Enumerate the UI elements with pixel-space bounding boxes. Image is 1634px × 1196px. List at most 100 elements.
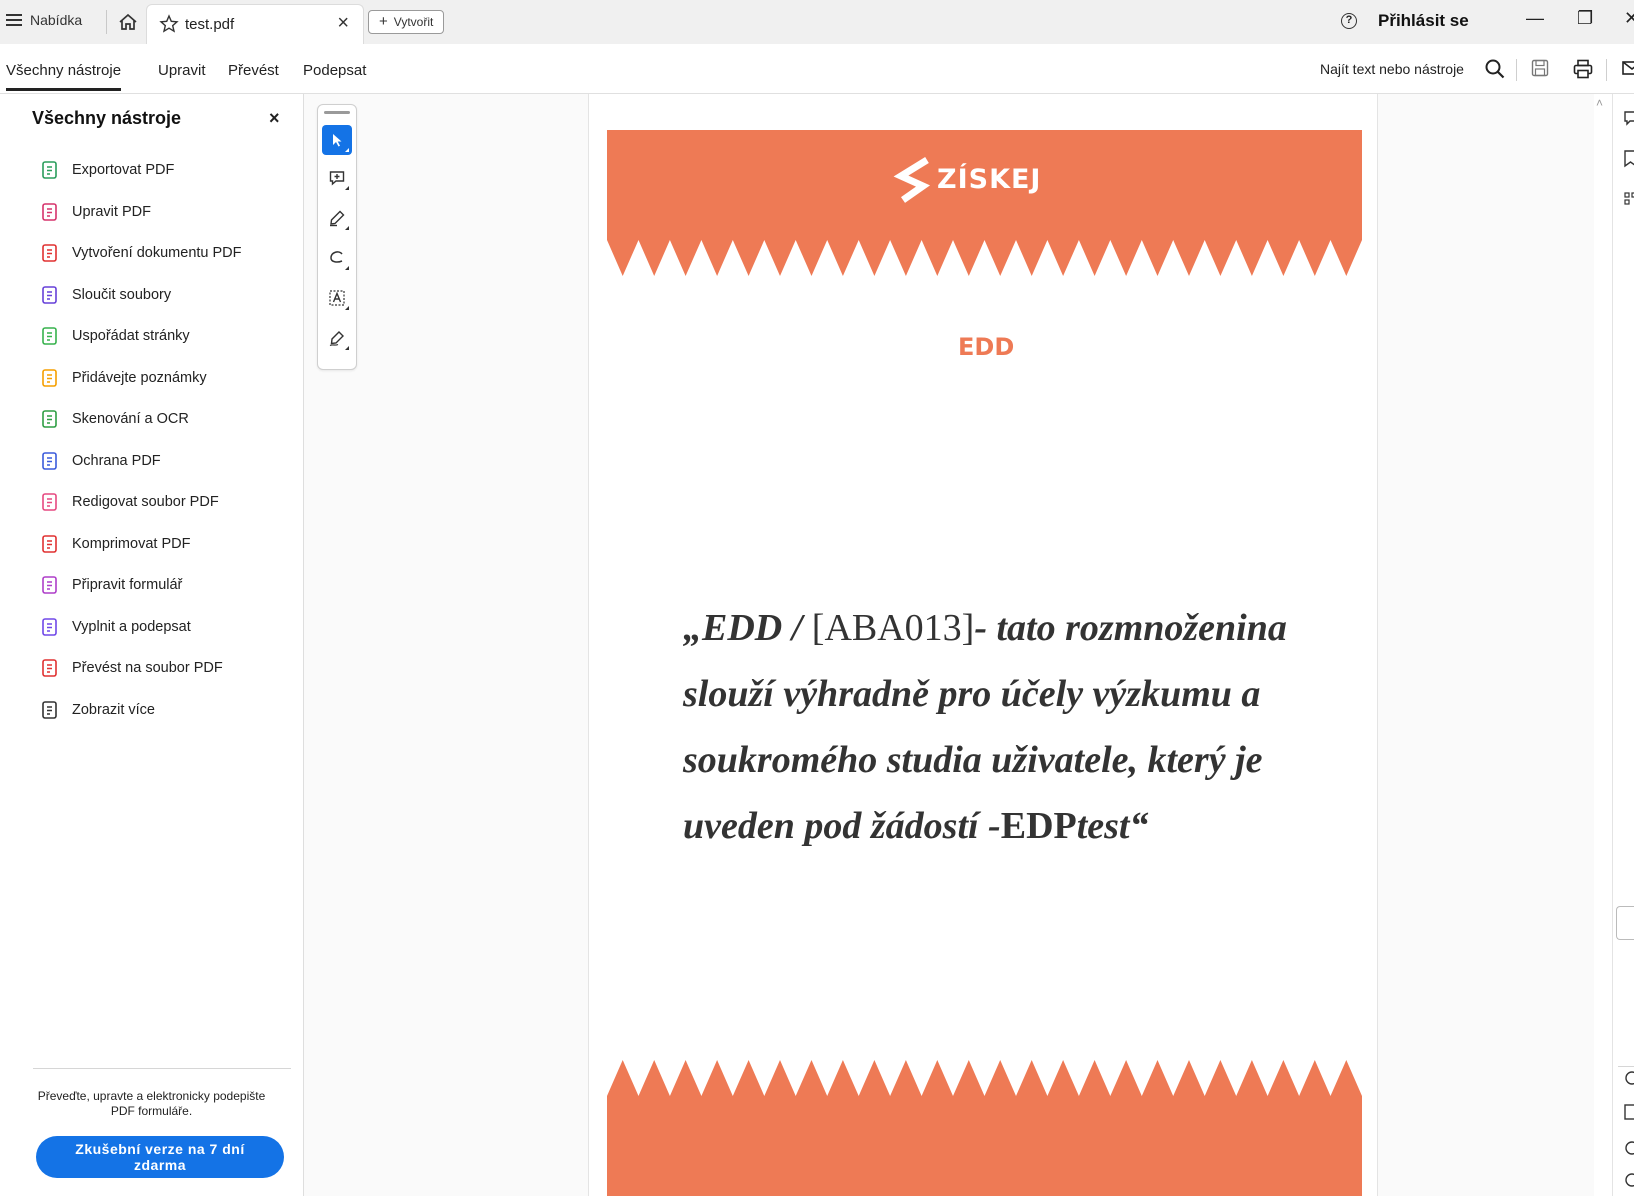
highlight-pen-icon <box>330 210 345 227</box>
tab-sign[interactable]: Podepsat <box>303 62 366 79</box>
tool-palette <box>317 104 357 370</box>
right-rail <box>1612 94 1634 1196</box>
home-icon <box>119 13 137 30</box>
minimize-button[interactable]: — <box>1526 8 1544 29</box>
page-fit-icon[interactable] <box>1624 1104 1634 1120</box>
zoom-in-icon[interactable] <box>1624 1140 1634 1156</box>
add-comment-icon <box>329 171 345 186</box>
tab-title: test.pdf <box>185 16 235 33</box>
compress-pdf-icon <box>40 534 60 554</box>
trial-label-1: Zkušební verze na 7 dní <box>75 1141 245 1157</box>
search-icon[interactable] <box>1484 58 1506 80</box>
help-icon[interactable]: ? <box>1341 13 1357 29</box>
draw-tool[interactable] <box>322 243 352 273</box>
tab-all-tools[interactable]: Všechny nástroje <box>6 62 122 91</box>
tool-item[interactable]: Zobrazit více <box>40 698 155 722</box>
tool-item-label: Převést na soubor PDF <box>72 660 223 676</box>
quote-text: [ABA013] <box>811 607 975 649</box>
trial-label-2: zdarma <box>133 1157 187 1173</box>
document-heading: EDD <box>958 333 1015 361</box>
mail-icon[interactable] <box>1622 60 1634 76</box>
promo-line-1: Převeďte, upravte a elektronicky podepiš… <box>37 1089 266 1103</box>
tool-item-label: Upravit PDF <box>72 203 151 220</box>
tool-item-label: Přidávejte poznámky <box>72 369 207 386</box>
tool-item[interactable]: Převést na soubor PDF <box>40 656 223 680</box>
save-icon[interactable] <box>1530 58 1550 78</box>
free-trial-button[interactable]: Zkušební verze na 7 dní zdarma <box>36 1136 284 1178</box>
home-button[interactable] <box>114 9 142 35</box>
banner-top <box>607 130 1362 276</box>
dropdown-indicator <box>345 266 349 270</box>
edit-pdf-icon <box>40 202 60 222</box>
dropdown-indicator <box>345 346 349 350</box>
prepare-form-icon <box>40 575 60 595</box>
comment-panel-icon[interactable] <box>1624 110 1634 126</box>
banner-bottom <box>607 1060 1362 1196</box>
sign-tool[interactable] <box>322 323 352 353</box>
panel-close-button[interactable]: × <box>269 108 280 129</box>
maximize-button[interactable]: ❐ <box>1577 8 1593 29</box>
text-tool[interactable] <box>322 283 352 313</box>
tab-convert[interactable]: Převést <box>228 62 279 79</box>
palette-grip[interactable] <box>324 111 350 114</box>
select-tool[interactable] <box>322 125 352 155</box>
scan-ocr-icon <box>40 409 60 429</box>
convert-pdf-icon <box>40 658 60 678</box>
tool-item[interactable]: Exportovat PDF <box>40 158 174 182</box>
rotate-icon[interactable] <box>1624 1070 1634 1086</box>
create-label: Vytvořit <box>393 15 434 29</box>
tool-item[interactable]: Připravit formulář <box>40 573 182 597</box>
thumbnails-icon[interactable] <box>1624 192 1634 206</box>
tool-item[interactable]: Vyplnit a podepsat <box>40 615 191 639</box>
tool-item[interactable]: Uspořádat stránky <box>40 324 190 348</box>
logo-text: ZÍSKEJ <box>937 164 1042 195</box>
document-tab[interactable]: test.pdf × <box>146 4 364 44</box>
menu-button[interactable]: Nabídka <box>6 12 82 28</box>
tab-edit[interactable]: Upravit <box>158 62 206 79</box>
divider <box>1618 1066 1634 1067</box>
tool-item[interactable]: Komprimovat PDF <box>40 532 190 556</box>
tool-item-label: Exportovat PDF <box>72 162 175 178</box>
divider <box>33 1068 291 1069</box>
combine-files-icon <box>40 285 60 305</box>
menu-label: Nabídka <box>30 12 83 28</box>
quote-line-2: slouží výhradně pro účely výzkumu a <box>683 673 1261 715</box>
find-label[interactable]: Najít text nebo nástroje <box>1320 61 1464 77</box>
bookmark-icon[interactable] <box>1624 150 1634 168</box>
divider <box>1516 59 1517 81</box>
tool-item-label: Sloučit soubory <box>72 286 172 303</box>
logo-chevron-icon <box>893 157 931 203</box>
export-pdf-icon <box>40 160 60 180</box>
tab-close-button[interactable]: × <box>337 13 349 33</box>
highlight-tool[interactable] <box>322 203 352 233</box>
tool-item[interactable]: Redigovat soubor PDF <box>40 490 219 514</box>
create-pdf-icon <box>40 243 60 263</box>
tool-item-label: Ochrana PDF <box>72 452 161 469</box>
tool-item[interactable]: Vytvoření dokumentu PDF <box>40 241 242 265</box>
print-icon[interactable] <box>1572 58 1594 80</box>
dropdown-indicator <box>345 148 349 152</box>
tools-more-icon <box>40 700 60 720</box>
tool-item-label: Zobrazit více <box>72 701 155 718</box>
close-window-button[interactable]: ✕ <box>1624 8 1634 29</box>
plus-icon: + <box>379 13 388 30</box>
page-number-box[interactable] <box>1616 906 1634 940</box>
tool-item[interactable]: Ochrana PDF <box>40 449 161 473</box>
sign-pen-icon <box>329 331 344 347</box>
create-button[interactable]: + Vytvořit <box>368 10 445 34</box>
draw-freeform-icon <box>330 251 343 263</box>
star-icon[interactable] <box>159 14 179 34</box>
promo-line-2: PDF formuláře. <box>110 1104 193 1118</box>
signin-button[interactable]: Přihlásit se <box>1378 11 1469 31</box>
divider <box>1606 59 1607 81</box>
tool-item[interactable]: Přidávejte poznámky <box>40 366 207 390</box>
tool-item[interactable]: Upravit PDF <box>40 200 151 224</box>
tool-item[interactable]: Sloučit soubory <box>40 283 171 307</box>
tool-item[interactable]: Skenování a OCR <box>40 407 189 431</box>
all-tools-panel: Všechny nástroje × Exportovat PDF Upravit… <box>0 94 304 1196</box>
zoom-out-icon[interactable] <box>1624 1172 1634 1188</box>
quote-text: „EDD / <box>683 607 812 649</box>
comment-tool[interactable] <box>322 163 352 193</box>
scroll-up-arrow[interactable]: ˄ <box>1596 96 1603 110</box>
fill-sign-icon <box>40 617 60 637</box>
